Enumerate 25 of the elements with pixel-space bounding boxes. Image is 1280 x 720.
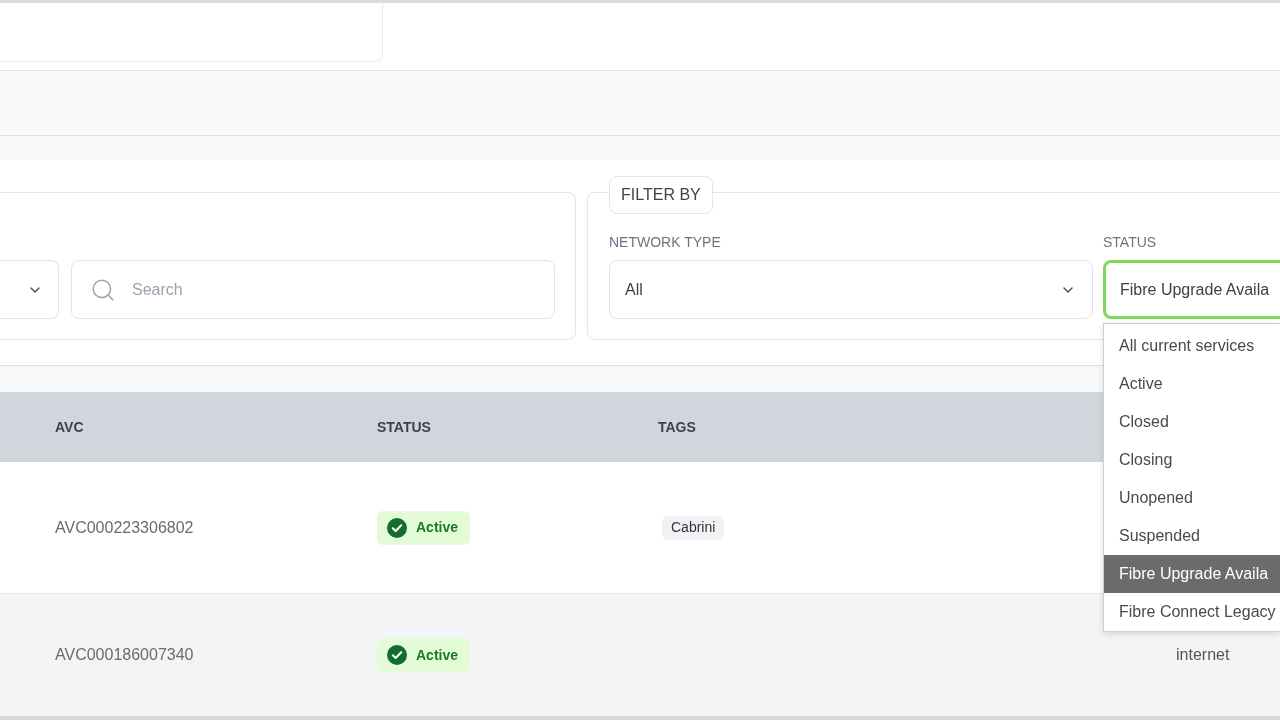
network-type-select[interactable]: All [609,260,1093,319]
dropdown-option[interactable]: All current services [1104,327,1280,365]
dropdown-option[interactable]: Fibre Connect Legacy [1104,593,1280,631]
field-label: STATUS [1103,233,1157,251]
dropdown-option[interactable]: Closed [1104,403,1280,441]
dropdown-option[interactable]: Suspended [1104,517,1280,555]
column-header: AVC [55,419,84,435]
dropdown-option[interactable]: Active [1104,365,1280,403]
column-header: TAGS [658,419,696,435]
check-circle-icon [387,645,407,665]
dropdown-option[interactable]: Unopened [1104,479,1280,517]
dropdown-field[interactable] [0,260,59,319]
dropdown-option[interactable]: Fibre Upgrade Availa [1104,555,1280,593]
fieldset-legend: FILTER BY [609,176,713,214]
status-select[interactable]: Fibre Upgrade Availa [1103,260,1280,319]
status-text: Active [416,518,459,537]
tag: Cabrini [662,515,725,540]
column-header: STATUS [377,419,431,435]
dropdown-option[interactable]: Closing [1104,441,1280,479]
table-cell: AVC000186007340 [55,646,194,663]
status-text: Active [416,645,459,665]
table-cell: AVC000223306802 [55,518,194,536]
check-circle-icon [387,517,407,538]
table-cell: internet [1176,646,1230,663]
field-label: NETWORK TYPE [609,233,721,251]
